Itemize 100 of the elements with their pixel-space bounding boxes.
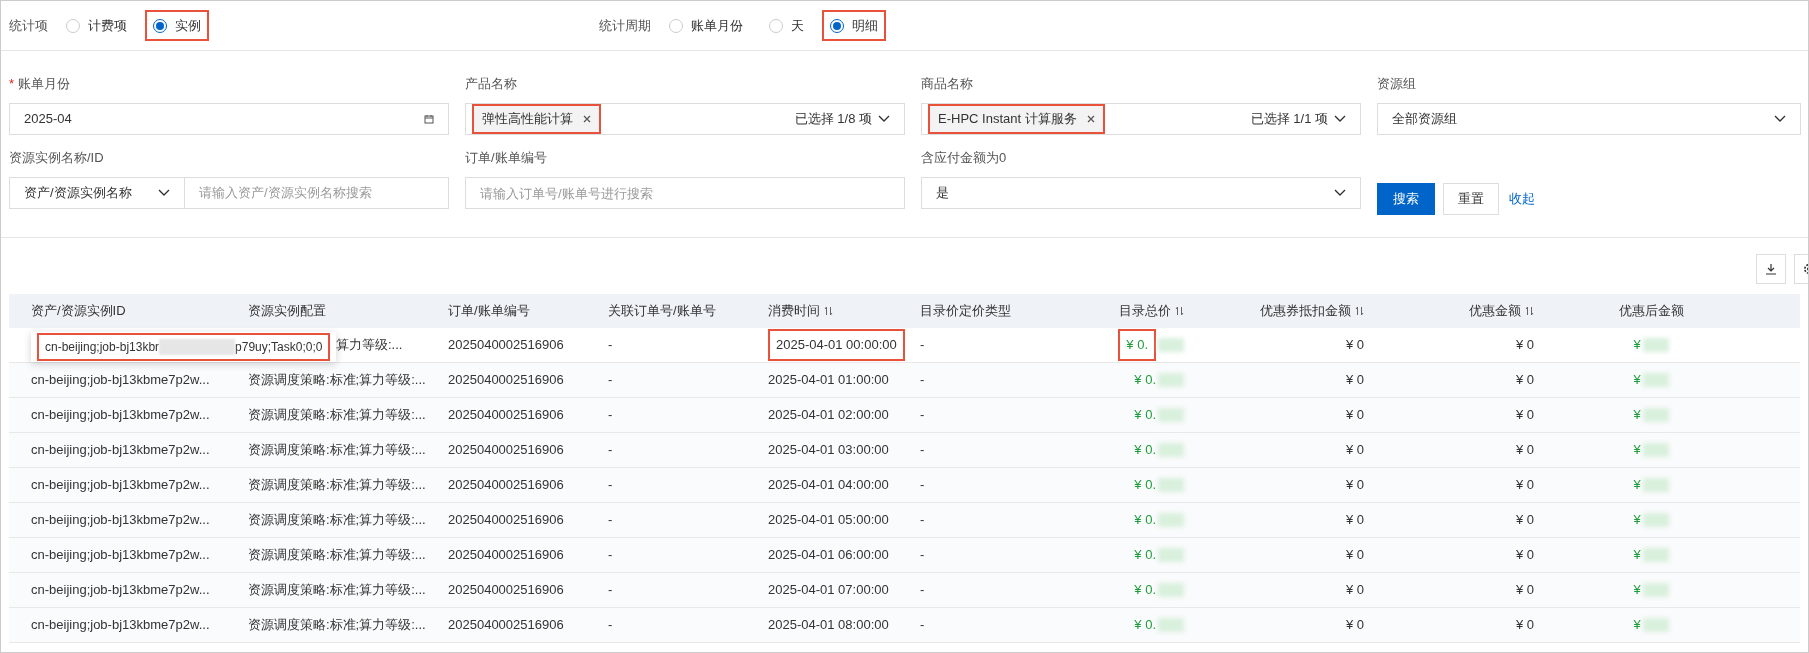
search-field[interactable]: 请输入资产/资源实例名称搜索: [185, 177, 449, 209]
redaction-blur: [1642, 548, 1669, 562]
redaction-blur: [1158, 408, 1184, 422]
column-header[interactable]: 资源实例配置: [248, 301, 326, 321]
zero-amount-select[interactable]: 是: [921, 177, 1361, 209]
field-label: 资源实例名称/ID: [9, 149, 104, 168]
redaction-blur: [1642, 478, 1669, 492]
type-select[interactable]: 资产/资源实例名称: [9, 177, 185, 209]
table-cell-text: ¥: [1633, 336, 1641, 355]
table-cell-text: ¥ 0: [1345, 616, 1364, 635]
radio-option[interactable]: 实例: [145, 9, 209, 42]
table-cell-text: ¥: [1633, 476, 1641, 495]
column-header[interactable]: 目录价定价类型: [920, 301, 1011, 321]
close-icon[interactable]: [583, 115, 591, 123]
table-cell-text: -: [608, 581, 613, 600]
table-cell-text: -: [920, 581, 925, 600]
table-cell-text: 2025040002516906: [448, 581, 564, 600]
table-cell-text: ¥ 0: [1345, 406, 1364, 425]
table-cell-text: ¥ 0: [1515, 371, 1534, 390]
required-mark: *: [9, 75, 15, 94]
table-cell-text: ¥: [1633, 581, 1641, 600]
table-cell-text: 资源调度策略:标准;算力等级:...: [248, 371, 426, 390]
table-cell-text: ¥ 0: [1515, 476, 1534, 495]
table-cell-text: -: [608, 336, 613, 355]
chevron-icon: [158, 189, 170, 197]
field-label: 资源组: [1377, 75, 1416, 94]
close-icon[interactable]: [1086, 115, 1095, 123]
order-search-field[interactable]: 请输入订单号/账单号进行搜索: [465, 177, 905, 209]
table-cell-text: -: [608, 406, 613, 425]
redaction-blur: [1158, 618, 1184, 632]
table-cell-text: ¥: [1633, 371, 1641, 390]
table-cell-text: ¥ 0: [1345, 511, 1364, 530]
tooltip: cn-beijing;job-bj13kbr p79uy;Task0;0;0: [37, 333, 331, 361]
redaction-blur: [1158, 443, 1184, 457]
table-cell-text: ¥ 0.: [1134, 441, 1156, 460]
table-cell-text: 资源调度策略:标准;算力等级:...: [248, 581, 426, 600]
column-header[interactable]: 关联订单号/账单号: [608, 301, 716, 321]
table-cell-text: cn-beijing;job-bj13kbme7p2w...: [31, 406, 210, 425]
table-cell-text: 2025-04-01 05:00:00: [768, 511, 889, 530]
radio-option[interactable]: 账单月份: [661, 9, 751, 42]
selection-summary: 已选择 1/1 项: [1250, 110, 1328, 129]
radio-option[interactable]: 明细: [822, 9, 886, 42]
column-header[interactable]: 订单/账单编号: [448, 301, 530, 321]
table-cell-text: ¥ 0: [1345, 441, 1364, 460]
sort-icon[interactable]: [1355, 306, 1364, 316]
column-header[interactable]: 优惠金额: [1469, 301, 1521, 321]
sort-icon[interactable]: [1175, 306, 1184, 316]
table-cell-text: cn-beijing;job-bj13kbme7p2w...: [31, 511, 210, 530]
table-cell-text: ¥: [1633, 616, 1641, 635]
redaction-blur: [1158, 513, 1184, 527]
date-field[interactable]: 2025-04: [9, 103, 449, 135]
table-cell-text: 2025040002516906: [448, 336, 564, 355]
redaction-blur: [1642, 373, 1669, 387]
table-cell-text: ¥ 0: [1515, 616, 1534, 635]
column-header[interactable]: 资产/资源实例ID: [31, 301, 126, 321]
redaction-blur: [1642, 583, 1669, 597]
table-cell-text: ¥ 0.: [1134, 371, 1156, 390]
download-icon[interactable]: [1756, 254, 1786, 284]
column-header[interactable]: 优惠券抵扣金额: [1260, 301, 1351, 321]
table-cell-text: 2025040002516906: [448, 406, 564, 425]
table-cell-text: -: [920, 546, 925, 565]
column-header[interactable]: 优惠后金额: [1618, 301, 1684, 321]
table-cell-text: 资源调度策略:标准;算力等级:...: [248, 546, 426, 565]
search-button[interactable]: 搜索: [1377, 183, 1435, 215]
reset-button[interactable]: 重置: [1443, 183, 1499, 215]
column-header[interactable]: 消费时间: [768, 301, 820, 321]
column-header[interactable]: 目录总价: [1119, 301, 1171, 321]
redaction-blur: [1158, 583, 1184, 597]
table-cell-text: -: [920, 336, 925, 355]
table-cell-text: -: [920, 511, 925, 530]
table-cell-text: 2025-04-01 02:00:00: [768, 406, 889, 425]
chevron-icon: [1774, 115, 1786, 123]
radio-option[interactable]: 计费项: [58, 9, 135, 42]
radio-option[interactable]: 天: [761, 9, 812, 42]
table-cell-text: -: [608, 511, 613, 530]
table-cell-text: ¥ 0: [1515, 441, 1534, 460]
resource-group-select[interactable]: 全部资源组: [1377, 103, 1801, 135]
multi-select[interactable]: E-HPC Instant 计算服务 已选择 1/1 项: [921, 103, 1361, 135]
group-label: 统计周期: [599, 16, 651, 35]
selection-summary: 已选择 1/8 项: [794, 110, 872, 129]
chevron-icon: [1334, 115, 1346, 123]
redaction-blur: [1158, 338, 1184, 352]
table-cell-text: 算力等级:...: [336, 336, 403, 355]
table-cell-text: ¥ 0: [1515, 336, 1534, 355]
table-cell-text: 资源调度策略:标准;算力等级:...: [248, 511, 426, 530]
redaction-blur: [1158, 548, 1184, 562]
table-cell-text: ¥: [1633, 546, 1641, 565]
table-cell-text: ¥ 0.: [1134, 616, 1156, 635]
table-cell-text: 2025040002516906: [448, 476, 564, 495]
multi-select[interactable]: 弹性高性能计算 已选择 1/8 项: [465, 103, 905, 135]
field-label: 含应付金额为0: [921, 149, 1007, 168]
sort-icon[interactable]: [824, 306, 833, 316]
table-cell: 2025-04-01 00:00:00: [768, 329, 905, 361]
table-cell-text: ¥: [1633, 441, 1641, 460]
selected-tag: 弹性高性能计算: [472, 104, 601, 134]
table-cell-text: -: [608, 476, 613, 495]
table-cell-text: 2025-04-01 06:00:00: [768, 546, 889, 565]
sort-icon[interactable]: [1525, 306, 1534, 316]
collapse-link[interactable]: 收起: [1509, 189, 1535, 209]
table-cell-text: 2025-04-01 04:00:00: [768, 476, 889, 495]
